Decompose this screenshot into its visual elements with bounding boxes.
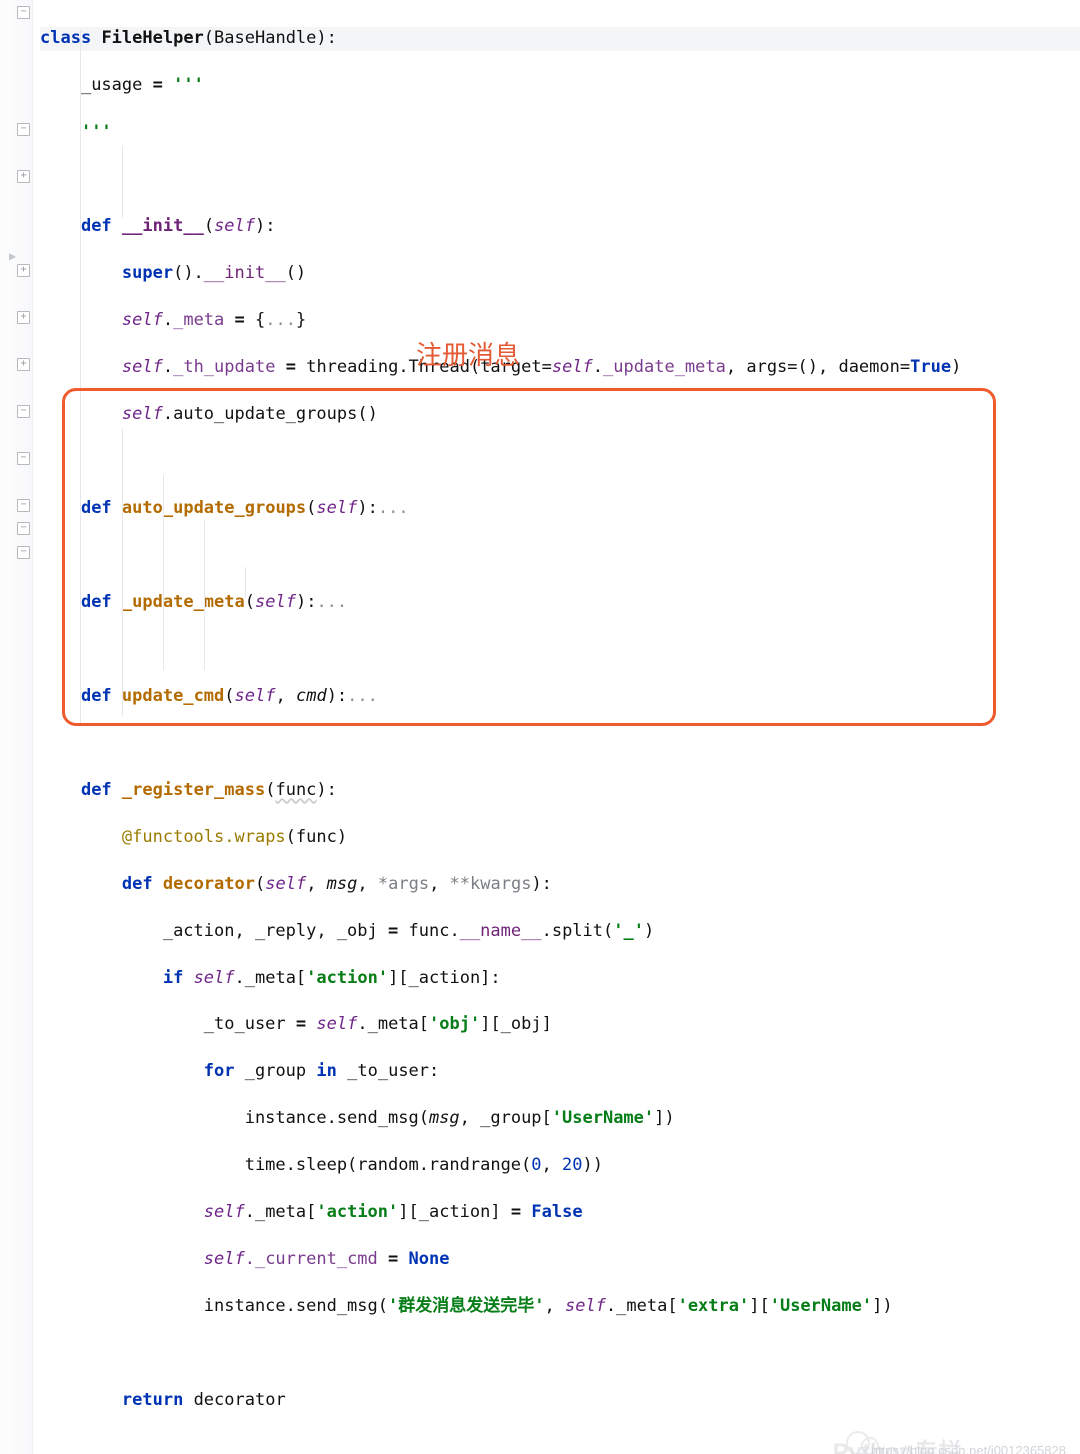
fold-toggle[interactable]: − (17, 546, 30, 559)
fold-toggle[interactable]: + (17, 358, 30, 371)
watermark-url: https://blog.csdn.net/j0012365828 (871, 1442, 1066, 1454)
base-class: BaseHandle (214, 28, 316, 48)
fold-toggle[interactable]: + (17, 311, 30, 324)
run-gutter-icon[interactable]: ▶ (9, 248, 16, 265)
fold-toggle[interactable]: + (17, 170, 30, 183)
fold-toggle[interactable]: − (17, 405, 30, 418)
fold-toggle[interactable]: − (17, 522, 30, 535)
method-init: __init__ (122, 216, 204, 236)
code-region[interactable]: class FileHelper(BaseHandle): _usage = '… (40, 4, 1080, 1454)
fold-toggle[interactable]: − (17, 6, 30, 19)
keyword-class: class (40, 28, 91, 48)
gutter (0, 0, 33, 1454)
fold-toggle[interactable]: + (17, 264, 30, 277)
inner-decorator: decorator (163, 874, 255, 894)
code-editor: − − + ▶ + + + − − − − − class FileHelper… (0, 0, 1080, 1454)
fold-toggle[interactable]: − (17, 123, 30, 136)
annotation-text: 注册消息 (416, 338, 520, 374)
method-register-mass: _register_mass (122, 780, 265, 800)
fold-toggle[interactable]: − (17, 452, 30, 465)
fold-toggle[interactable]: − (17, 499, 30, 512)
attr-usage: _usage (81, 75, 142, 95)
indent-guide (122, 146, 123, 218)
annotation-box (62, 388, 996, 726)
class-name: FileHelper (101, 28, 203, 48)
